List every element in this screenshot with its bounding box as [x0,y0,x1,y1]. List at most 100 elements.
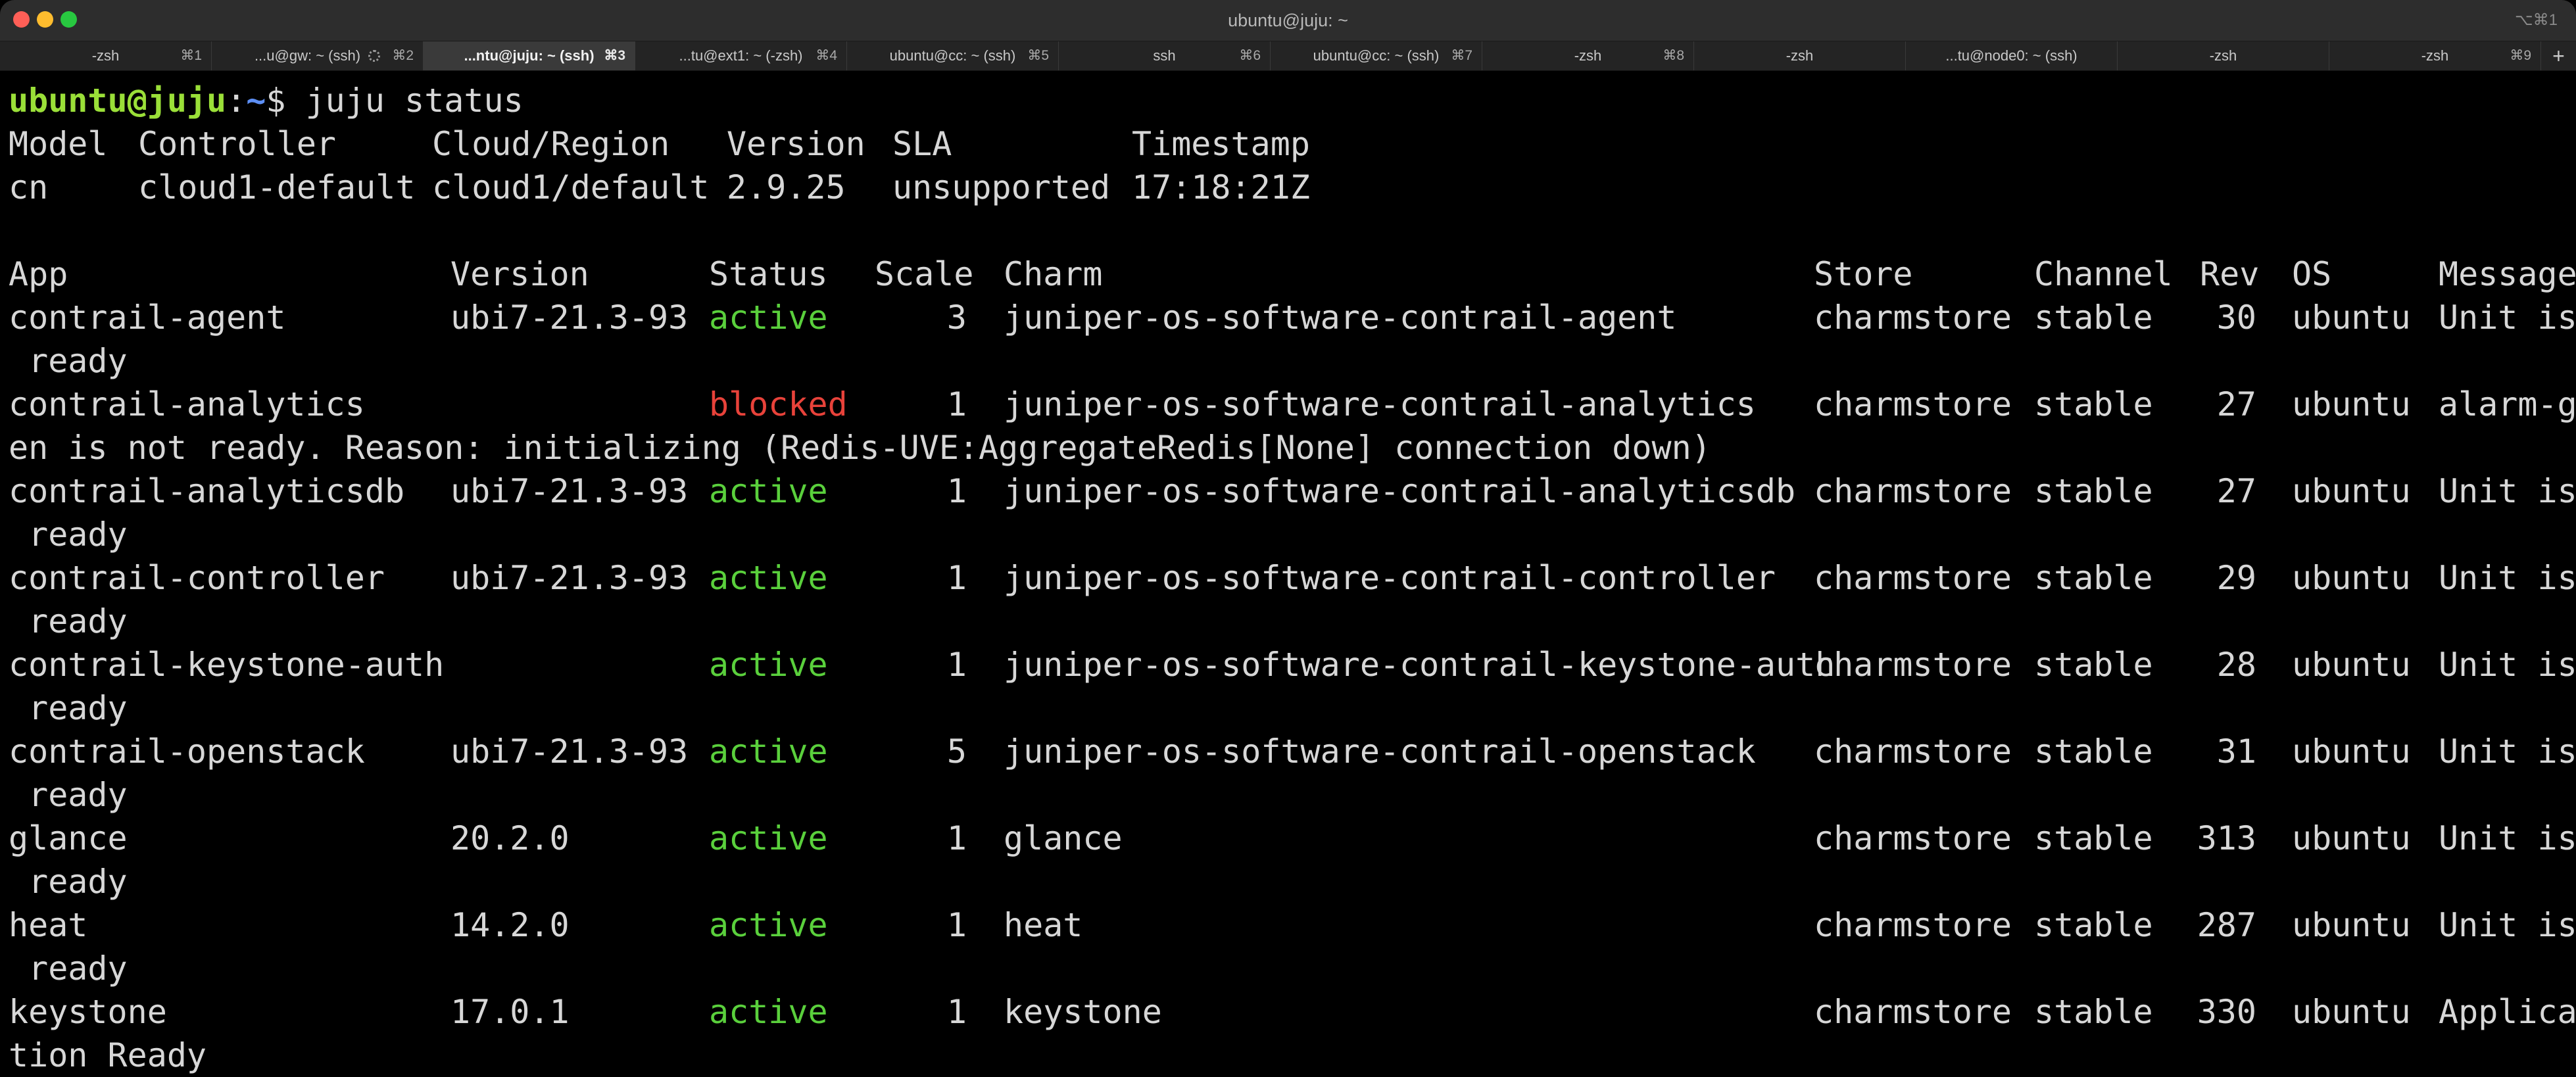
app-channel: stable [2034,732,2153,771]
terminal-output[interactable]: ubuntu@juju:~$ juju status Model Controll… [0,71,2576,1077]
app-header-os: OS [2292,255,2332,293]
app-row: contrail-analyticsdb ubi7-21.3-93 active 1 j… [0,469,2576,513]
tab-2[interactable]: ...u@gw: ~ (ssh) ⌘2 [212,41,424,70]
app-message-continuation: ready [9,776,128,814]
app-status: active [709,472,828,510]
prompt-user-host: ubuntu@juju [9,82,227,120]
app-app: contrail-openstack [9,732,365,771]
tab-4[interactable]: ...tu@ext1: ~ (-zsh) ⌘4 [635,41,847,70]
app-header-app: App [9,255,68,293]
app-message-continuation: ready [9,949,128,988]
app-channel: stable [2034,385,2153,423]
app-charm: glance [1004,819,1123,857]
app-version: ubi7-21.3-93 [450,472,689,510]
loading-spinner-icon [368,50,381,62]
app-row-continuation: ready [0,339,2576,383]
app-message: Unit is [2439,299,2576,337]
app-status: active [709,646,828,684]
app-channel: stable [2034,906,2153,944]
tab-9[interactable]: -zsh [1694,41,1906,70]
app-status: active [709,732,828,771]
app-status: active [709,559,828,597]
app-scale: 3 [946,299,967,337]
app-version: 17.0.1 [450,993,570,1031]
app-channel: stable [2034,993,2153,1031]
tab-8[interactable]: -zsh ⌘8 [1482,41,1694,70]
app-message-continuation: en is not ready. Reason: initializing (R… [9,429,1711,467]
app-message-continuation: ready [9,515,128,554]
tab-label: ubuntu@cc: ~ (ssh) [889,47,1016,64]
app-version: 14.2.0 [450,906,570,944]
tab-11[interactable]: -zsh [2118,41,2329,70]
new-tab-button[interactable]: + [2541,41,2576,70]
app-os: ubuntu [2292,299,2411,337]
app-store: charmstore [1814,299,2012,337]
app-header-status: Status [709,255,828,293]
app-charm: keystone [1004,993,1162,1031]
prompt-separator: : [226,82,247,120]
tab-1[interactable]: -zsh ⌘1 [0,41,212,70]
app-status: active [709,299,828,337]
app-channel: stable [2034,299,2153,337]
window-title: ubuntu@juju: ~ [1228,11,1348,30]
prompt-path: ~ [246,82,266,120]
window-shortcut: ⌥⌘1 [2514,11,2558,29]
app-message: alarm-g [2439,385,2576,423]
tab-shortcut: ⌘1 [180,48,202,63]
app-store: charmstore [1814,906,2012,944]
app-message: Unit is [2439,646,2576,684]
app-app: contrail-analyticsdb [9,472,405,510]
app-message-continuation: ready [9,863,128,901]
app-version: 20.2.0 [450,819,570,857]
tab-label: ubuntu@cc: ~ (ssh) [1313,47,1440,64]
app-status: active [709,906,828,944]
tab-label: -zsh [91,47,120,64]
app-store: charmstore [1814,819,2012,857]
app-row: heat 14.2.0 active 1 heat charmstore stable 287… [0,903,2576,947]
app-store: charmstore [1814,472,2012,510]
tab-shortcut: ⌘3 [604,48,625,63]
app-message: Unit is [2439,472,2576,510]
app-row-continuation: en is not ready. Reason: initializing (R… [0,426,2576,469]
app-row: contrail-analytics blocked 1 juniper-os-sof… [0,383,2576,426]
app-message: Unit is [2439,819,2576,857]
app-scale: 5 [946,732,967,771]
app-charm: heat [1004,906,1083,944]
app-os: ubuntu [2292,385,2411,423]
app-charm: juniper-os-software-contrail-keystone-au… [1004,646,1835,684]
app-message: Unit is [2439,732,2576,771]
app-status: blocked [709,385,848,423]
model-header-sla: SLA [892,125,952,163]
tab-shortcut: ⌘6 [1239,48,1261,63]
tab-10[interactable]: ...tu@node0: ~ (ssh) [1906,41,2118,70]
model-header-timestamp: Timestamp [1132,125,1310,163]
app-header-rev: Rev [2200,255,2260,293]
tab-label: ...ntu@juju: ~ (ssh) [464,47,595,64]
app-scale: 1 [946,385,967,423]
model-header-row: Model Controller Cloud/Region Version SLA Tim… [0,122,2576,166]
app-charm: juniper-os-software-contrail-controller [1004,559,1776,597]
app-os: ubuntu [2292,906,2411,944]
app-message: Unit is [2439,559,2576,597]
app-message-continuation: ready [9,689,128,727]
tab-6[interactable]: ssh ⌘6 [1059,41,1271,70]
app-store: charmstore [1814,385,2012,423]
tab-label: ...tu@ext1: ~ (-zsh) [679,47,803,64]
tab-5[interactable]: ubuntu@cc: ~ (ssh) ⌘5 [847,41,1059,70]
app-app: glance [9,819,128,857]
app-header-version: Version [450,255,589,293]
app-row-continuation: ready [0,686,2576,730]
tab-3[interactable]: ...ntu@juju: ~ (ssh) ⌘3 [424,41,635,70]
app-rev: 30 [2216,299,2256,337]
tab-label: ssh [1153,47,1176,64]
app-header-message: Message [2439,255,2576,293]
app-channel: stable [2034,819,2153,857]
model-header-controller: Controller [138,125,337,163]
tab-12[interactable]: -zsh ⌘9 [2329,41,2541,70]
app-version: ubi7-21.3-93 [450,299,689,337]
title-bar[interactable]: ubuntu@juju: ~ ⌥⌘1 [0,0,2576,41]
tab-shortcut: ⌘4 [815,48,837,63]
tab-shortcut: ⌘7 [1451,48,1472,63]
model-model: cn [9,168,49,206]
tab-7[interactable]: ubuntu@cc: ~ (ssh) ⌘7 [1271,41,1482,70]
